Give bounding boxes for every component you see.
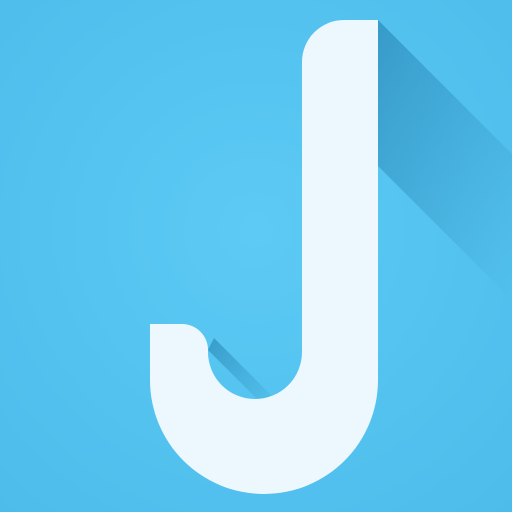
app-icon[interactable] xyxy=(0,0,512,512)
app-icon-canvas xyxy=(0,0,512,512)
